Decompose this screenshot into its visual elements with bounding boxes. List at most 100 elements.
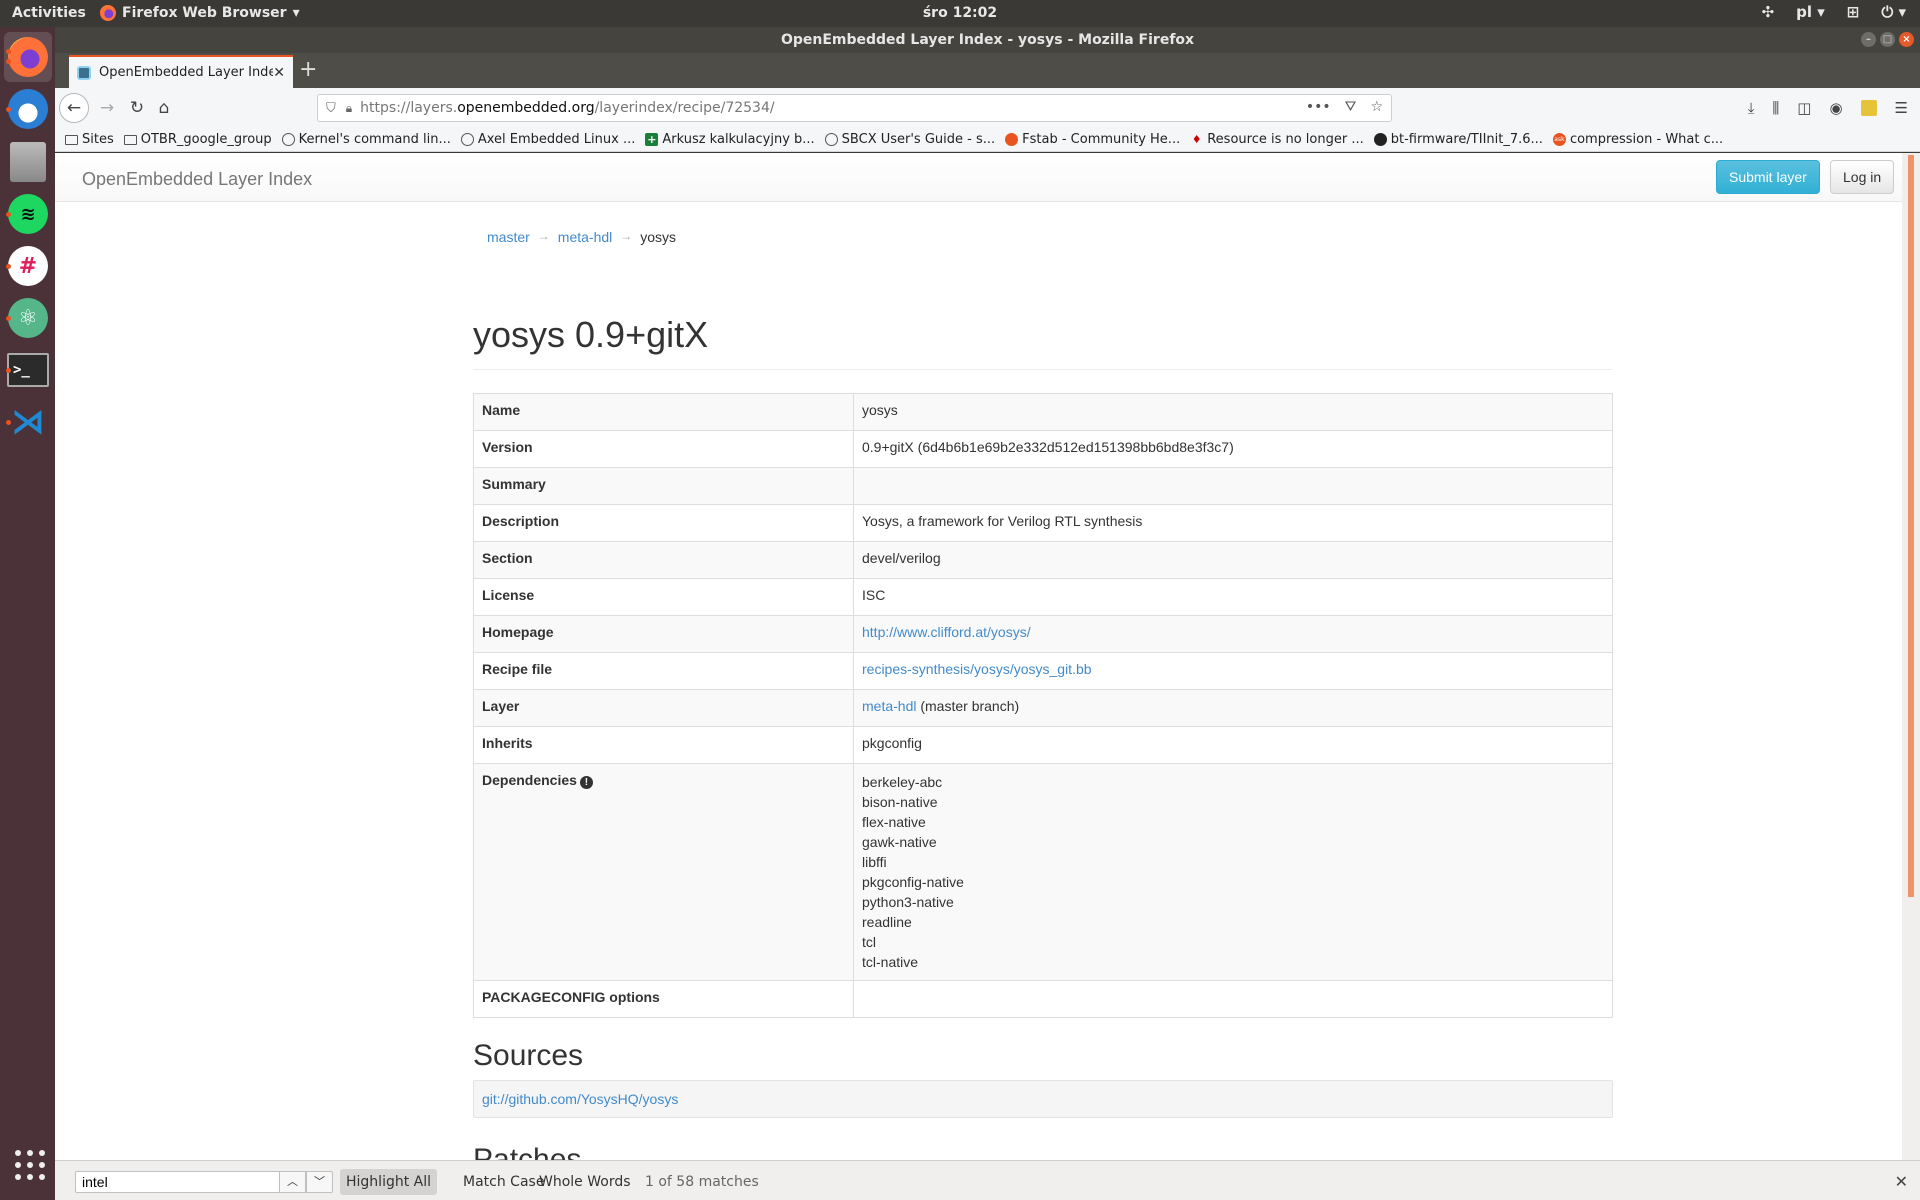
sources-box: git://github.com/YosysHQ/yosys — [473, 1080, 1613, 1118]
bookmark-item[interactable]: + Arkusz kalkulacyjny b... — [645, 132, 815, 147]
extension-icon[interactable] — [1860, 100, 1877, 116]
reload-button[interactable]: ↻ — [123, 94, 151, 122]
row-value — [853, 467, 1613, 505]
bookmark-label: compression - What c... — [1569, 132, 1724, 147]
table-row: Section devel/verilog — [473, 541, 1613, 579]
submit-layer-button[interactable]: Submit layer — [1716, 160, 1820, 194]
dock-firefox[interactable] — [4, 32, 52, 82]
dock-atom[interactable]: ⚛ — [4, 293, 52, 343]
dependency-list: berkeley-abc bison-native flex-native gawk-… — [862, 772, 1604, 972]
row-value: Yosys, a framework for Verilog RTL synth… — [853, 504, 1613, 542]
dock-files[interactable] — [4, 137, 52, 187]
clock[interactable]: śro 12:02 — [0, 5, 1920, 21]
row-label: Layer — [473, 689, 854, 727]
row-value: ISC — [853, 578, 1613, 616]
bookmark-item[interactable]: OTBR_google_group — [123, 132, 272, 147]
breadcrumb-branch[interactable]: master — [487, 229, 530, 245]
row-label: Homepage — [473, 615, 854, 653]
table-row: License ISC — [473, 578, 1613, 616]
highlight-all-toggle[interactable]: Highlight All — [340, 1169, 438, 1195]
network-icon[interactable]: ⊞ — [1847, 3, 1860, 21]
bookmark-item[interactable]: bt-firmware/TIInit_7.6... — [1373, 132, 1543, 147]
layer-link[interactable]: meta-hdl — [862, 698, 916, 714]
maximize-button[interactable]: □ — [1880, 32, 1895, 47]
row-label: Version — [473, 430, 854, 468]
info-icon[interactable]: ! — [579, 776, 593, 789]
bookmark-star-icon[interactable]: ☆ — [1370, 99, 1383, 115]
globe-icon — [824, 133, 838, 146]
page-scrollbar[interactable] — [1902, 153, 1920, 1160]
bookmark-item[interactable]: Kernel's command lin... — [281, 132, 451, 147]
row-label: Dependencies — [482, 772, 577, 788]
table-row: Name yosys — [473, 393, 1613, 431]
bookmark-item[interactable]: SBCX User's Guide - s... — [824, 132, 995, 147]
login-button[interactable]: Log in — [1830, 160, 1895, 194]
breadcrumb-layer[interactable]: meta-hdl — [558, 229, 612, 245]
bookmark-item[interactable]: Fstab - Community He... — [1005, 132, 1180, 147]
row-label: Description — [473, 504, 854, 542]
site-brand[interactable]: OpenEmbedded Layer Index — [82, 169, 312, 190]
close-window-button[interactable]: × — [1899, 32, 1914, 47]
breadcrumb: master → meta-hdl → yosys — [487, 229, 676, 245]
hamburger-menu-icon[interactable]: ☰ — [1895, 99, 1908, 117]
whole-words-toggle[interactable]: Whole Words — [533, 1169, 637, 1195]
window-title-bar: OpenEmbedded Layer Index - yosys - Mozil… — [55, 27, 1920, 53]
system-top-bar: Activities Firefox Web Browser ▾ śro 12:… — [0, 0, 1920, 27]
find-input[interactable] — [75, 1171, 279, 1193]
recipe-info-table: Name yosys Version 0.9+gitX (6d4b6b1e69b… — [473, 393, 1613, 1018]
power-icon[interactable]: ⏻ ▾ — [1881, 3, 1906, 21]
table-row: Layer meta-hdl (master branch) — [473, 689, 1613, 727]
bookmark-label: Arkusz kalkulacyjny b... — [662, 132, 815, 147]
find-next-button[interactable]: ﹀ — [306, 1171, 333, 1193]
back-button[interactable]: ← — [59, 93, 89, 123]
dock-thunderbird[interactable] — [4, 84, 52, 134]
source-url-link[interactable]: git://github.com/YosysHQ/yosys — [482, 1091, 678, 1107]
forward-button[interactable]: → — [93, 94, 121, 122]
tab-active[interactable]: OpenEmbedded Layer Index - yosys ✕ — [69, 55, 293, 88]
sidebar-icon[interactable]: ◫ — [1797, 99, 1811, 117]
dock-spotify[interactable]: ≋ — [4, 189, 52, 239]
downloads-icon[interactable]: ⤓ — [1748, 99, 1755, 117]
keyboard-layout[interactable]: pl ▾ — [1796, 3, 1825, 21]
dock: ≋ # ⚛ >_ ⋊ — [0, 27, 55, 1200]
recipe-file-link[interactable]: recipes-synthesis/yosys/yosys_git.bb — [862, 661, 1092, 677]
running-indicator — [6, 59, 11, 64]
row-value — [853, 980, 1613, 1018]
account-icon[interactable]: ◉ — [1829, 99, 1842, 117]
dock-slack[interactable]: # — [4, 241, 52, 291]
homepage-link[interactable]: http://www.clifford.at/yosys/ — [862, 624, 1031, 640]
running-indicator — [6, 368, 11, 373]
row-label: Recipe file — [473, 652, 854, 690]
patches-heading: Patches — [473, 1143, 582, 1160]
find-previous-button[interactable]: ︿ — [279, 1171, 306, 1193]
bookmark-item[interactable]: ask compression - What c... — [1552, 132, 1724, 147]
url-bar[interactable]: ⛉ 🔒︎ https://layers. openembedded.org/lay… — [317, 94, 1392, 122]
minimize-button[interactable]: – — [1861, 32, 1876, 47]
running-indicator — [6, 264, 11, 269]
new-tab-button[interactable]: + — [299, 57, 317, 82]
ask-icon: ask — [1552, 133, 1566, 146]
library-icon[interactable]: ⫼ — [1772, 99, 1779, 117]
close-tab-icon[interactable]: ✕ — [273, 65, 285, 81]
slack-tray-icon[interactable]: ✣ — [1762, 3, 1775, 21]
bookmarks-toolbar: Sites OTBR_google_group Kernel's command l… — [55, 128, 1920, 152]
bookmark-item[interactable]: Sites — [65, 132, 114, 147]
gh-icon — [1373, 133, 1387, 146]
row-label: License — [473, 578, 854, 616]
home-button[interactable]: ⌂ — [150, 94, 178, 122]
page-title: yosys 0.9+gitX — [473, 314, 709, 355]
dock-terminal[interactable]: >_ — [4, 345, 52, 395]
layer-branch: (master branch) — [916, 698, 1020, 714]
close-find-bar-icon[interactable]: ✕ — [1895, 1169, 1908, 1195]
tracking-shield-icon[interactable]: ⛉ — [326, 101, 336, 116]
window-title: OpenEmbedded Layer Index - yosys - Mozil… — [780, 32, 1195, 48]
dependency-item: bison-native — [862, 794, 938, 810]
bookmark-item[interactable]: ♦ Resource is no longer ... — [1190, 132, 1364, 147]
dock-vscode[interactable]: ⋊ — [4, 397, 52, 447]
pocket-icon[interactable]: ⛛ — [1345, 99, 1357, 115]
bookmark-item[interactable]: Axel Embedded Linux ... — [460, 132, 635, 147]
show-applications-button[interactable] — [15, 1150, 45, 1180]
lock-icon[interactable]: 🔒︎ — [346, 101, 352, 116]
page-actions-icon[interactable]: ••• — [1306, 99, 1331, 115]
scrollbar-thumb[interactable] — [1908, 155, 1914, 897]
